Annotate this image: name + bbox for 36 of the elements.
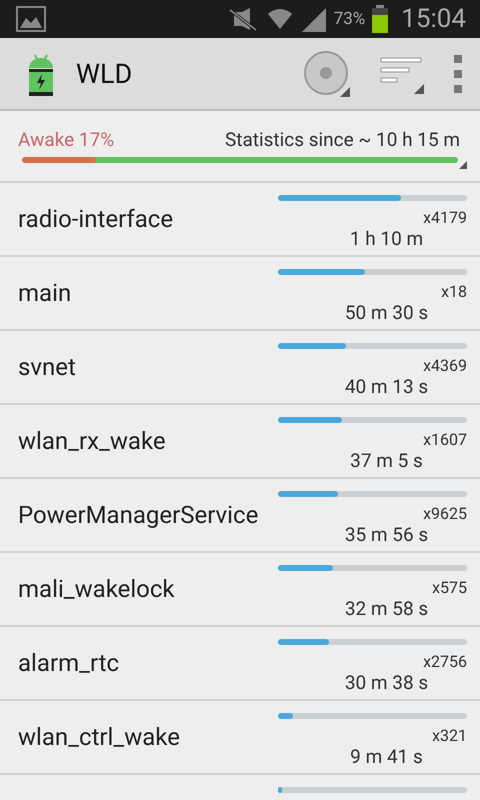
wake-count: x321 (432, 726, 467, 745)
wake-duration: 30 m 38 s (344, 671, 428, 694)
wake-count: x575 (432, 578, 467, 597)
clock: 15:04 (401, 4, 466, 34)
wake-count: x4179 (423, 208, 467, 227)
wake-count: x18 (441, 282, 467, 301)
wakelock-name: PowerManagerService (18, 502, 260, 528)
signal-icon (300, 6, 328, 32)
gallery-icon (16, 6, 46, 32)
corner-icon (459, 161, 467, 169)
wake-duration: 1 h 10 m (350, 227, 424, 250)
wakelock-name: wlan_ctrl_wake (18, 724, 181, 750)
wake-count: x9625 (423, 504, 467, 523)
wake-duration: 9 m 41 s (350, 745, 423, 768)
wake-duration: 37 m 5 s (350, 449, 423, 472)
wake-count: x4369 (423, 356, 467, 375)
awake-percentage: Awake 17% (18, 128, 114, 151)
wake-count: x2756 (423, 652, 467, 671)
app-title: WLD (76, 58, 134, 90)
wake-duration: 35 m 56 s (344, 523, 428, 546)
record-button[interactable] (304, 50, 352, 96)
wake-duration: 40 m 13 s (344, 375, 428, 398)
battery-robot-icon (28, 52, 54, 96)
wakelock-name: wlan_rx_wake (18, 428, 167, 454)
wakelock-name: mali_wakelock (18, 576, 176, 602)
battery-icon (371, 5, 390, 33)
wake-duration: 50 m 30 s (344, 301, 428, 324)
overflow-menu-button[interactable] (454, 54, 462, 92)
wake-duration: 32 m 58 s (344, 597, 428, 620)
wakelock-name: radio-interface (18, 206, 174, 232)
wakelock-name: svnet (18, 354, 77, 380)
statistics-since: Statistics since ~ 10 h 15 m (224, 128, 460, 151)
wakelock-name: alarm_rtc (18, 650, 120, 676)
wakelock-name: main (18, 280, 72, 306)
battery-percent: 73% (334, 9, 366, 29)
wake-count: x1607 (423, 430, 467, 449)
